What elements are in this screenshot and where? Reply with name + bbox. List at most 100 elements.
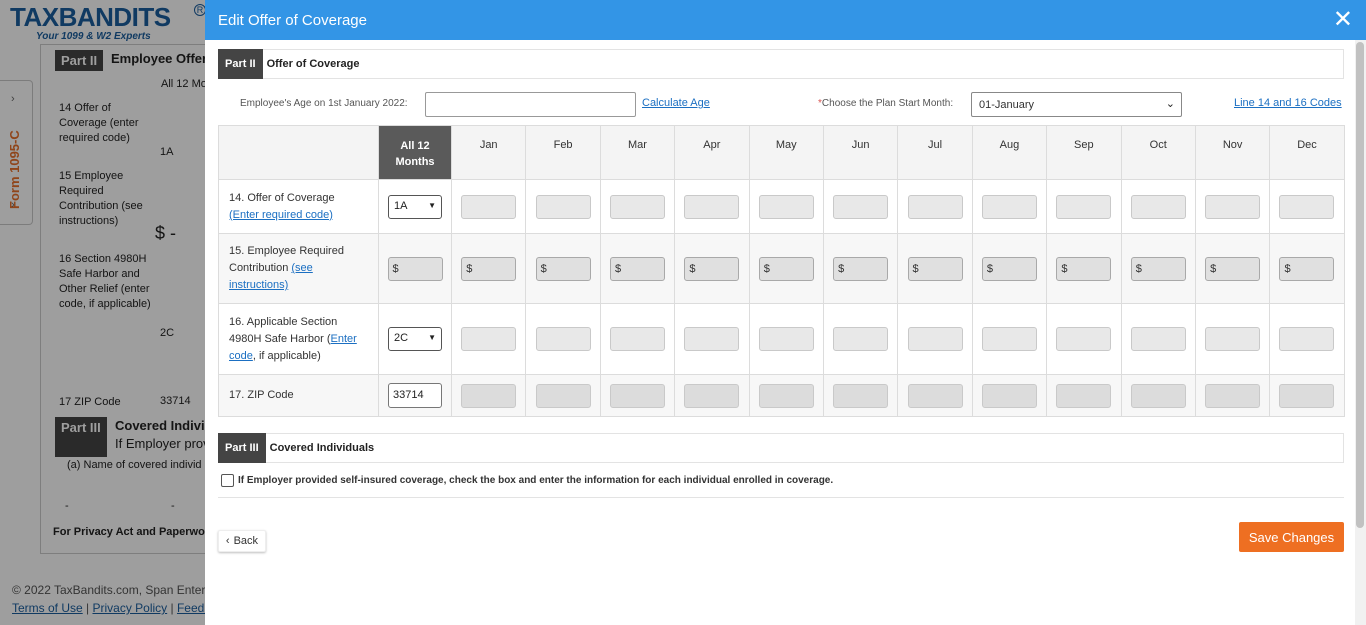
safe-harbor-month-input[interactable] bbox=[981, 327, 1037, 351]
month-header: Aug bbox=[971, 125, 1048, 180]
age-input[interactable] bbox=[425, 92, 636, 117]
back-button[interactable]: ‹ Back bbox=[218, 530, 266, 552]
safe-harbor-month-input[interactable] bbox=[609, 327, 665, 351]
safe-harbor-month-input[interactable] bbox=[907, 327, 963, 351]
zip-month-input[interactable] bbox=[1205, 383, 1261, 408]
contribution-month-input[interactable]: $ bbox=[684, 256, 740, 281]
zip-month-input[interactable] bbox=[758, 383, 814, 408]
safe-harbor-month-input[interactable] bbox=[1279, 327, 1335, 351]
contribution-month-input[interactable]: $ bbox=[981, 256, 1037, 281]
self-insured-row: If Employer provided self-insured covera… bbox=[218, 472, 1344, 498]
enter-required-code-link[interactable]: (Enter required code) bbox=[229, 209, 333, 221]
plan-start-month-select[interactable]: 01-January ⌄ bbox=[971, 92, 1182, 117]
zip-label-cell: 17. ZIP Code bbox=[218, 374, 379, 417]
safe-harbor-month-input[interactable] bbox=[461, 327, 517, 351]
zip-month-input[interactable] bbox=[907, 383, 963, 408]
self-insured-text: If Employer provided self-insured covera… bbox=[238, 475, 834, 486]
contribution-month-input[interactable]: $ bbox=[907, 256, 963, 281]
safe-harbor-month-input[interactable] bbox=[535, 327, 591, 351]
offer-month-input[interactable] bbox=[684, 194, 740, 219]
offer-month-input[interactable] bbox=[758, 194, 814, 219]
offer-month-input[interactable] bbox=[461, 194, 517, 219]
safe-harbor-month-input[interactable] bbox=[758, 327, 814, 351]
table-row-offer: 14. Offer of Coverage (Enter required co… bbox=[218, 179, 1345, 234]
offer-month-input[interactable] bbox=[981, 194, 1037, 219]
zip-month-input[interactable] bbox=[461, 383, 517, 408]
safe-harbor-month-input[interactable] bbox=[1205, 327, 1261, 351]
zip-all12-input[interactable]: 33714 bbox=[388, 383, 442, 408]
month-header: Apr bbox=[674, 125, 750, 180]
chevron-left-icon: ‹ bbox=[225, 535, 230, 547]
back-label: Back bbox=[233, 535, 259, 547]
edit-offer-modal: Edit Offer of Coverage ✕ Part II Offer o… bbox=[205, 0, 1366, 625]
contribution-month-input[interactable]: $ bbox=[1279, 256, 1335, 281]
part3-header: Part III Covered Individuals bbox=[218, 433, 1344, 463]
safe-harbor-month-input[interactable] bbox=[684, 327, 740, 351]
coverage-table: All 12 Months Jan Feb Mar Apr May Jun Jul… bbox=[218, 125, 1345, 417]
zip-month-input[interactable] bbox=[1056, 383, 1112, 408]
safe-harbor-month-input[interactable] bbox=[1130, 327, 1186, 351]
close-icon[interactable]: ✕ bbox=[1333, 8, 1353, 32]
contribution-month-input[interactable]: $ bbox=[461, 256, 517, 281]
all12-months-header: All 12 Months bbox=[378, 125, 452, 180]
plan-start-month-value: 01-January bbox=[979, 99, 1035, 111]
contribution-month-input[interactable]: $ bbox=[758, 256, 814, 281]
self-insured-checkbox[interactable] bbox=[221, 474, 234, 487]
modal-title: Edit Offer of Coverage bbox=[218, 11, 367, 29]
offer-month-input[interactable] bbox=[1056, 194, 1112, 219]
contribution-label-cell: 15. Employee Required Contribution (see … bbox=[218, 233, 379, 304]
table-row-zip: 17. ZIP Code 33714 bbox=[218, 374, 1345, 417]
zip-month-input[interactable] bbox=[1279, 383, 1335, 408]
calculate-age-link[interactable]: Calculate Age bbox=[642, 97, 710, 109]
safe-harbor-month-input[interactable] bbox=[1056, 327, 1112, 351]
triangle-down-icon: ▼ bbox=[428, 200, 436, 210]
line-14-16-codes-link[interactable]: Line 14 and 16 Codes bbox=[1234, 97, 1342, 109]
zip-month-input[interactable] bbox=[1130, 383, 1186, 408]
part2-header: Part II Offer of Coverage bbox=[218, 49, 1344, 79]
offer-month-input[interactable] bbox=[907, 194, 963, 219]
contribution-month-input[interactable]: $ bbox=[1056, 256, 1112, 281]
part3-title: Covered Individuals bbox=[269, 442, 375, 454]
contribution-all12-input[interactable]: $ bbox=[387, 256, 443, 281]
contribution-month-input[interactable]: $ bbox=[609, 256, 665, 281]
month-header: Jan bbox=[450, 125, 527, 180]
part2-badge: Part II bbox=[218, 49, 263, 79]
safe-harbor-month-input[interactable] bbox=[833, 327, 889, 351]
triangle-down-icon: ▼ bbox=[428, 333, 436, 342]
contribution-month-input[interactable]: $ bbox=[833, 256, 889, 281]
table-row-safe-harbor: 16. Applicable Section 4980H Safe Harbor… bbox=[218, 303, 1345, 375]
age-plan-row: Employee's Age on 1st January 2022: Calc… bbox=[205, 92, 1355, 118]
zip-month-input[interactable] bbox=[684, 383, 740, 408]
contribution-month-input[interactable]: $ bbox=[1205, 256, 1261, 281]
offer-all12-select[interactable]: 1A ▼ bbox=[388, 194, 442, 219]
contribution-month-input[interactable]: $ bbox=[1130, 256, 1186, 281]
zip-month-input[interactable] bbox=[535, 383, 591, 408]
zip-month-input[interactable] bbox=[609, 383, 665, 408]
zip-month-input[interactable] bbox=[833, 383, 889, 408]
offer-month-input[interactable] bbox=[1205, 194, 1261, 219]
plan-start-label: *Choose the Plan Start Month: bbox=[818, 98, 953, 109]
month-header: Jul bbox=[897, 125, 973, 180]
part3-badge: Part III bbox=[218, 433, 266, 463]
offer-month-input[interactable] bbox=[1130, 194, 1186, 219]
zip-month-input[interactable] bbox=[981, 383, 1037, 408]
month-header: Nov bbox=[1194, 125, 1271, 180]
safe-harbor-all12-select[interactable]: 2C ▼ bbox=[388, 327, 442, 351]
month-header: Mar bbox=[599, 125, 676, 180]
month-header: Jun bbox=[822, 125, 899, 180]
offer-month-input[interactable] bbox=[833, 194, 889, 219]
month-header: May bbox=[748, 125, 824, 180]
month-header: Feb bbox=[525, 125, 601, 180]
offer-month-input[interactable] bbox=[609, 194, 665, 219]
offer-month-input[interactable] bbox=[535, 194, 591, 219]
table-row-contribution: 15. Employee Required Contribution (see … bbox=[218, 233, 1345, 304]
contribution-month-input[interactable]: $ bbox=[535, 256, 591, 281]
modal-header: Edit Offer of Coverage ✕ bbox=[205, 0, 1366, 40]
save-changes-button[interactable]: Save Changes bbox=[1239, 522, 1344, 552]
plan-start-label-text: Choose the Plan Start Month: bbox=[821, 98, 954, 109]
chevron-down-icon: ⌄ bbox=[1165, 98, 1175, 110]
offer-month-input[interactable] bbox=[1279, 194, 1335, 219]
safe-harbor-label-cell: 16. Applicable Section 4980H Safe Harbor… bbox=[218, 303, 379, 375]
month-header: Dec bbox=[1269, 125, 1345, 180]
scrollbar-thumb[interactable] bbox=[1356, 42, 1364, 528]
